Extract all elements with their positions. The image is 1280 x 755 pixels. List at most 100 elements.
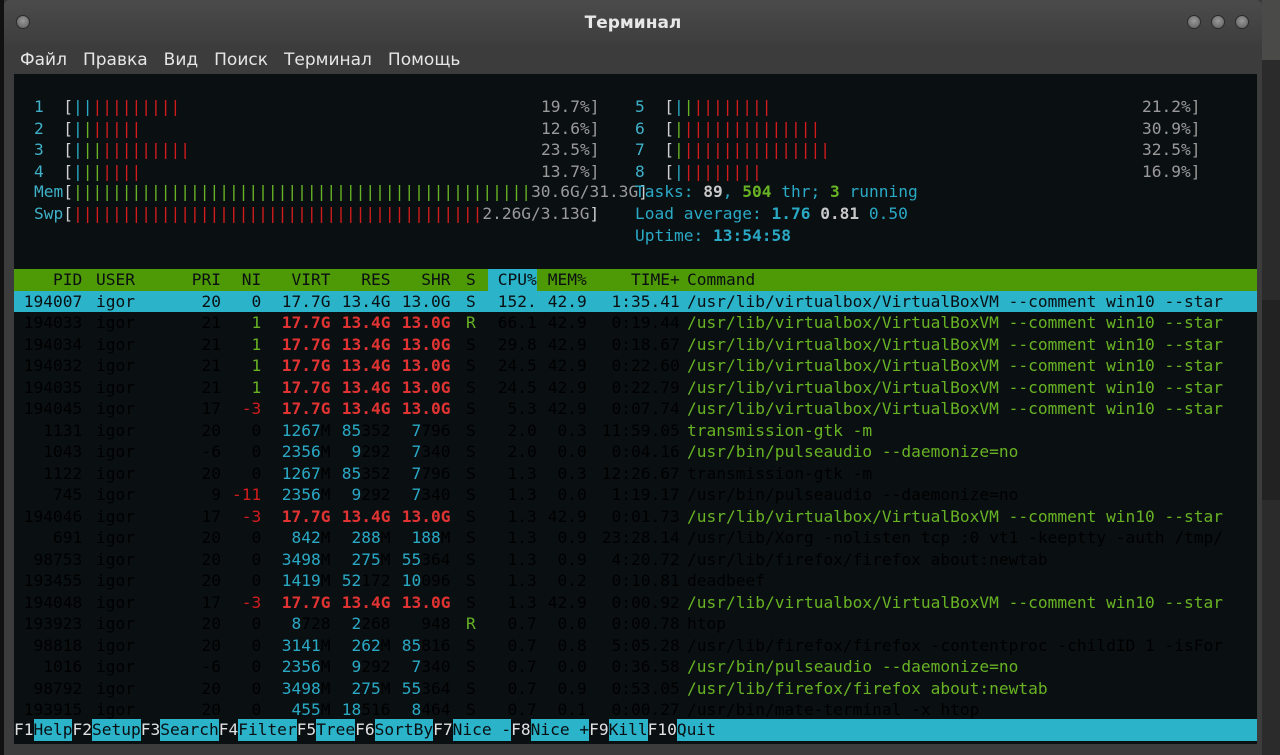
cell-cpu: 66.1 [488,313,537,332]
meter-bar-low: | [674,161,684,181]
fkey-f4[interactable]: F4 Filter [218,719,297,741]
process-row[interactable]: 194045 igor 17 -3 17.7G 13.4G 13.0G S 5.3 … [14,398,1257,420]
column-header-shr[interactable]: SHR [392,269,450,291]
process-row[interactable]: 98818 igor 20 0 3141M 262M 85816 S 0.7 0.8… [14,635,1257,657]
function-key-bar: F1 Help F2 Setup F3 Search F4 Filter F5 Tree F6… [14,719,1257,741]
column-header-pid[interactable]: PID [14,269,82,291]
fkey-f7[interactable]: F7 Nice - [433,719,511,741]
menu-file[interactable]: Файл [20,50,67,70]
maximize-button[interactable] [1211,15,1225,29]
menu-view[interactable]: Вид [164,50,198,70]
process-row[interactable]: 1122 igor 20 0 1267M 85352 7796 S 1.3 0.3 … [14,463,1257,485]
cell-s: S [466,485,476,504]
cell-user: igor [96,700,174,719]
fkey-f6[interactable]: F6 SortBy [355,719,433,741]
running-label: running [839,182,918,201]
mem-number: 3141 [281,635,321,655]
process-row[interactable]: 194032 igor 21 1 17.7G 13.4G 13.0G S 24.5 … [14,355,1257,377]
column-header-s[interactable]: S [466,269,476,291]
title-bar[interactable]: Терминал [4,0,1262,46]
fkey-number: F8 [511,719,531,741]
process-row[interactable]: 745 igor 9 -11 2356M 9292 7340 S 1.3 0.0 1:… [14,484,1257,506]
process-row[interactable]: 98753 igor 20 0 3498M 275M 55364 S 1.3 0.9… [14,549,1257,571]
cell-res: 13.4G [332,334,391,354]
fkey-f10[interactable]: F10 Quit [647,719,716,741]
cell-shr: 13.0G [392,334,451,354]
cell-mem: 0.3 [538,463,587,483]
column-header-user[interactable]: USER [96,269,174,291]
cpu-meter-label: 5 [635,97,655,116]
column-header-mem[interactable]: MEM% [538,269,587,291]
process-row[interactable]: 98792 igor 20 0 3498M 275M 55364 S 0.7 0.9… [14,678,1257,700]
cell-ni: 0 [232,678,262,698]
process-row[interactable]: 193455 igor 20 0 1419M 52172 10096 S 1.3 0… [14,570,1257,592]
menu-help[interactable]: Помощь [388,50,460,70]
cell-ni: 0 [232,420,262,440]
column-header-res[interactable]: RES [332,269,390,291]
fkey-f8[interactable]: F8 Nice + [511,719,589,741]
meter-bracket: [ [654,140,674,159]
cell-res: 9292 [351,657,391,676]
process-row[interactable]: 691 igor 20 0 842M 288M 188M S 1.3 0.9 23:… [14,527,1257,549]
cell-s: S [466,506,476,526]
cpu-meter-6: 6 [||||||||||||||| [635,119,820,138]
cell-cpu: 0.7 [488,700,537,719]
cell-pri: 20 [182,635,221,655]
process-row[interactable]: 194048 igor 17 -3 17.7G 13.4G 13.0G S 1.3 … [14,592,1257,614]
menu-edit[interactable]: Правка [83,50,148,70]
column-header-command[interactable]: Command [687,269,1257,291]
menu-search[interactable]: Поиск [214,50,268,70]
mem-number: 2 [351,614,362,633]
cell-user: igor [96,678,174,698]
cell-cmd: /usr/bin/pulseaudio --daemonize=no [687,442,1257,461]
mem-number: 2356 [281,442,321,461]
cell-ni: -3 [232,592,262,612]
meter-bracket: [ [654,161,674,181]
meter-bar: ||||||||||||||||||||||||||||||||||||||||… [73,204,483,223]
process-row[interactable]: 194033 igor 21 1 17.7G 13.4G 13.0G R 66.1 … [14,312,1257,334]
cell-s: S [466,420,476,440]
cell-ni: 0 [232,528,262,547]
column-header-virt[interactable]: VIRT [272,269,330,291]
fkey-f1[interactable]: F1 Help [14,719,72,741]
cell-pid: 193455 [14,571,83,590]
fkey-number: F1 [14,719,34,741]
process-row[interactable]: 193923 igor 20 0 8728 2268 948 R 0.7 0.0 0… [14,613,1257,635]
process-row[interactable]: 194034 igor 21 1 17.7G 13.4G 13.0G S 29.8 … [14,334,1257,356]
fkey-f9[interactable]: F9 Kill [589,719,648,741]
process-row[interactable]: 194007 igor 20 0 17.7G 13.4G 13.0G S 152. … [14,290,1257,312]
process-row[interactable]: 1016 igor -6 0 2356M 9292 7340 S 0.7 0.0 0… [14,656,1257,678]
cell-virt: 2356M [281,442,331,461]
mem-number: 85 [341,463,362,483]
process-row[interactable]: 194035 igor 21 1 17.7G 13.4G 13.0G S 24.5 … [14,377,1257,399]
cell-virt: 17.7G [272,377,331,397]
fkey-f3[interactable]: F3 Search [140,719,219,741]
cell-virt: 17.7G [272,592,331,612]
cell-cmd: /usr/lib/firefox/firefox about:newtab [687,549,1257,569]
process-row[interactable]: 194046 igor 17 -3 17.7G 13.4G 13.0G S 1.3 … [14,506,1257,528]
fkey-f2[interactable]: F2 Setup [72,719,141,741]
cell-res: 13.4G [332,506,391,526]
table-header[interactable]: PID USER PRI NI VIRT RES SHR S CPU% MEM% T… [14,269,1257,291]
cell-pid: 745 [14,485,83,504]
terminal-area[interactable]: 1 [||||||||||| 19.7%] 2 [||||||| 12.6%] 3 [|… [14,74,1257,744]
cell-shr: 7796 [411,463,451,483]
process-row[interactable]: 1043 igor -6 0 2356M 9292 7340 S 2.0 0.0 0… [14,441,1257,463]
process-row[interactable]: 193915 igor 20 0 455M 18516 8464 S 0.7 0.1… [14,699,1257,721]
column-header-ni[interactable]: NI [232,269,262,291]
cell-time: 0:07.74 [592,399,680,418]
cell-cmd: /usr/lib/virtualbox/VirtualBoxVM --comme… [687,506,1257,526]
minimize-button[interactable] [1187,15,1201,29]
cell-res: 13.4G [332,399,391,418]
column-header-pri[interactable]: PRI [182,269,221,291]
process-row[interactable]: 1131 igor 20 0 1267M 85352 7796 S 2.0 0.3 … [14,420,1257,442]
column-header-time[interactable]: TIME+ [592,269,680,291]
cell-user: igor [96,334,174,354]
menu-terminal[interactable]: Терминал [284,50,372,70]
fkey-f5[interactable]: F5 Tree [296,719,355,741]
cell-shr: 7340 [411,657,451,676]
cell-pri: 20 [182,549,221,569]
cell-ni: 1 [232,313,262,332]
close-button[interactable] [1235,15,1249,29]
column-header-cpu[interactable]: CPU% [488,269,537,291]
